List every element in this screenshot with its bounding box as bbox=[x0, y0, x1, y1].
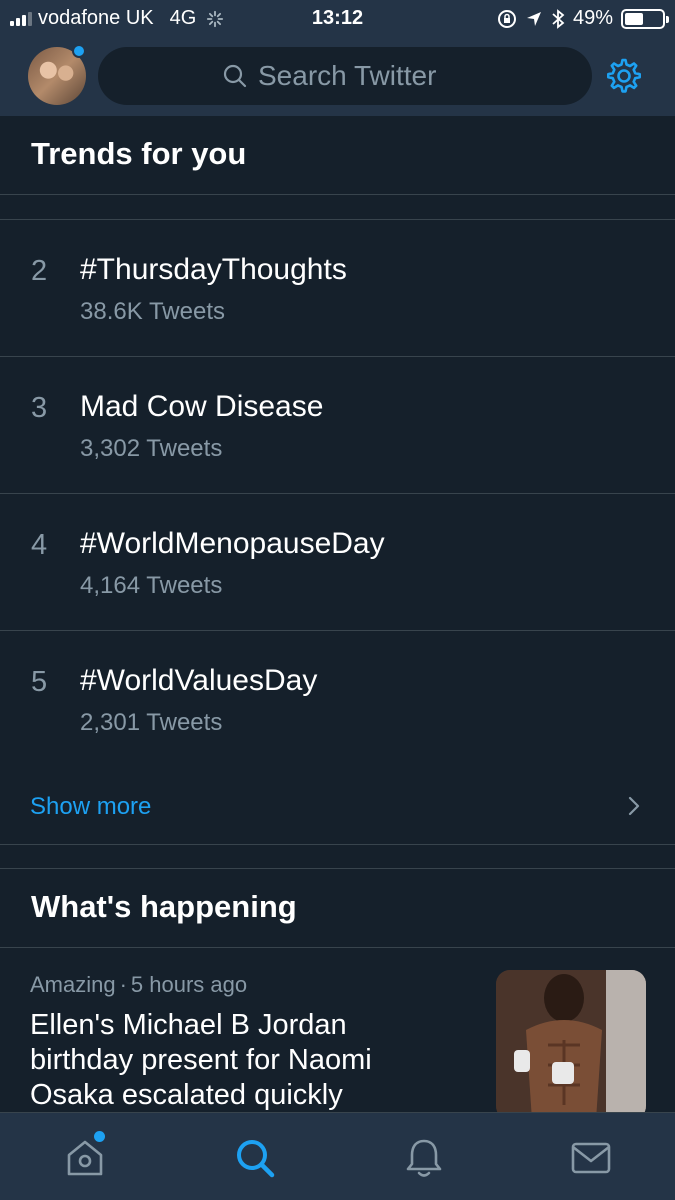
trends-spacer bbox=[0, 195, 675, 219]
home-icon[interactable] bbox=[62, 1135, 108, 1181]
home-notification-dot bbox=[94, 1131, 105, 1142]
trend-tweet-count: 2,301 Tweets bbox=[80, 709, 223, 736]
trend-tweet-count: 3,302 Tweets bbox=[80, 435, 223, 462]
trend-item[interactable]: 3 Mad Cow Disease 3,302 Tweets bbox=[0, 357, 675, 494]
avatar-notification-dot bbox=[72, 44, 86, 58]
trend-item[interactable]: 2 #ThursdayThoughts 38.6K Tweets bbox=[0, 220, 675, 357]
show-more-button[interactable]: Show more bbox=[0, 767, 675, 845]
trends-title: Trends for you bbox=[31, 136, 247, 171]
search-input[interactable] bbox=[258, 60, 468, 92]
show-more-label: Show more bbox=[30, 793, 152, 820]
story-separator: · bbox=[119, 972, 127, 997]
search-icon[interactable] bbox=[232, 1135, 278, 1181]
trend-rank: 2 bbox=[31, 255, 48, 287]
happening-header: What's happening bbox=[0, 868, 675, 948]
story-time: 5 hours ago bbox=[130, 972, 248, 997]
trend-name: #WorldValuesDay bbox=[80, 664, 318, 697]
envelope-icon[interactable] bbox=[568, 1135, 614, 1181]
gear-icon[interactable] bbox=[604, 56, 644, 96]
status-right: 49% bbox=[497, 7, 669, 30]
news-story-card[interactable]: Amazing · 5 hours ago Ellen's Michael B Jo… bbox=[0, 948, 675, 1112]
chevron-right-icon bbox=[628, 796, 640, 816]
bell-icon[interactable] bbox=[401, 1135, 447, 1181]
story-meta: Amazing · 5 hours ago bbox=[30, 972, 247, 998]
section-spacer bbox=[0, 846, 675, 868]
trend-name: #ThursdayThoughts bbox=[80, 253, 347, 286]
trend-rank: 4 bbox=[31, 529, 48, 561]
trend-tweet-count: 38.6K Tweets bbox=[80, 298, 225, 325]
search-icon bbox=[223, 64, 247, 88]
story-thumbnail[interactable] bbox=[496, 970, 646, 1112]
story-photo bbox=[496, 970, 646, 1112]
trend-rank: 3 bbox=[31, 392, 48, 424]
story-headline: Ellen's Michael B Jordan birthday presen… bbox=[30, 1009, 372, 1111]
trend-item[interactable]: 4 #WorldMenopauseDay 4,164 Tweets bbox=[0, 494, 675, 631]
location-arrow-icon bbox=[526, 11, 541, 26]
top-bar bbox=[0, 36, 675, 116]
battery-nub bbox=[666, 15, 669, 23]
battery-percent: 49% bbox=[572, 7, 613, 29]
status-bar: vodafone UK 4G 13:12 49% bbox=[0, 0, 675, 36]
trends-header: Trends for you bbox=[0, 116, 675, 195]
trend-rank: 5 bbox=[31, 666, 48, 698]
bluetooth-icon bbox=[552, 8, 565, 29]
trend-tweet-count: 4,164 Tweets bbox=[80, 572, 223, 599]
search-bar[interactable] bbox=[98, 47, 592, 105]
trend-name: #WorldMenopauseDay bbox=[80, 527, 385, 560]
bottom-tab-bar bbox=[0, 1112, 675, 1200]
happening-title: What's happening bbox=[31, 889, 297, 924]
battery-icon bbox=[621, 8, 669, 29]
trend-name: Mad Cow Disease bbox=[80, 390, 324, 423]
trend-item[interactable]: 5 #WorldValuesDay 2,301 Tweets bbox=[0, 631, 675, 768]
rotation-lock-icon bbox=[497, 9, 516, 28]
story-category: Amazing bbox=[30, 972, 116, 997]
battery-fill bbox=[625, 12, 643, 25]
